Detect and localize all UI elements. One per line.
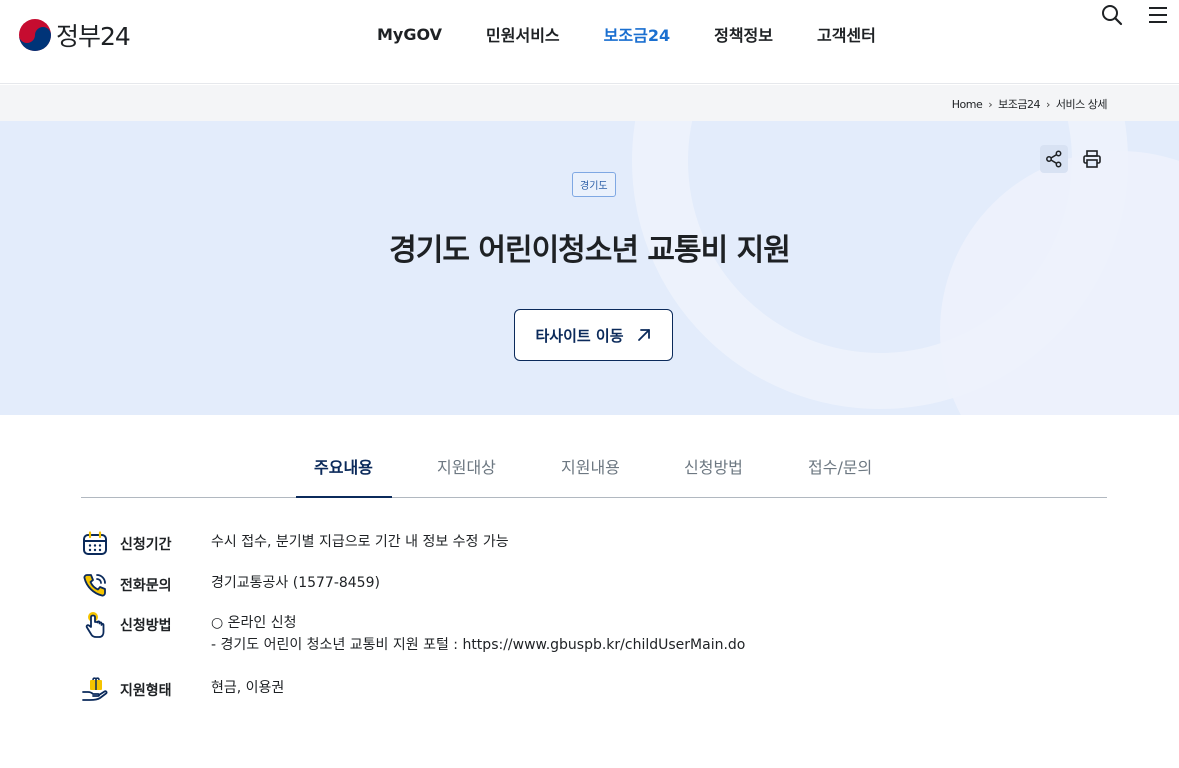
taegeuk-emblem-icon [19, 19, 51, 51]
info-row-support-type: 지원형태 현금, 이용권 [81, 676, 284, 704]
info-value: ○ 온라인 신청 - 경기도 어린이 청소년 교통비 지원 포털 : https… [211, 612, 745, 656]
info-row-application-period: 신청기간 수시 접수, 분기별 지급으로 기간 내 정보 수정 가능 [81, 530, 509, 558]
service-hero: 경기도 경기도 어린이청소년 교통비 지원 타사이트 이동 [0, 121, 1179, 415]
info-row-application-method: 신청방법 ○ 온라인 신청 - 경기도 어린이 청소년 교통비 지원 포털 : … [81, 611, 745, 653]
menu-icon [1149, 7, 1167, 23]
arrow-up-right-icon [637, 329, 650, 341]
print-icon [1083, 150, 1101, 168]
info-value-line: - 경기도 어린이 청소년 교통비 지원 포털 : https://www.gb… [211, 637, 746, 653]
tab-main-content[interactable]: 주요내용 [314, 454, 373, 478]
info-label: 신청방법 [120, 618, 172, 634]
info-label: 신청기간 [120, 537, 172, 553]
menu-button[interactable] [1143, 0, 1173, 30]
calendar-icon [81, 530, 109, 558]
tab-contact[interactable]: 접수/문의 [808, 454, 872, 478]
breadcrumb-subsidy24[interactable]: 보조금24 [998, 96, 1040, 112]
nav-item-civil-service[interactable]: 민원서비스 [486, 22, 560, 46]
tab-eligibility[interactable]: 지원대상 [437, 454, 496, 478]
site-header: 정부24 MyGOV 민원서비스 보조금24 정책정보 고객센터 [0, 0, 1179, 84]
print-button[interactable] [1078, 145, 1106, 173]
info-row-phone-inquiry: 전화문의 경기교통공사 (1577-8459) [81, 571, 380, 599]
hand-gift-icon [81, 676, 109, 704]
info-value: 수시 접수, 분기별 지급으로 기간 내 정보 수정 가능 [211, 534, 509, 550]
logo-text: 정부24 [56, 22, 131, 51]
page-title: 경기도 어린이청소년 교통비 지원 [389, 233, 791, 268]
nav-item-mygov[interactable]: MyGOV [377, 25, 442, 44]
chevron-right-icon: › [988, 97, 993, 111]
nav-item-policy-info[interactable]: 정책정보 [714, 22, 773, 46]
breadcrumb-current: 서비스 상세 [1055, 98, 1108, 111]
content-tabs: 주요내용 지원대상 지원내용 신청방법 접수/문의 [81, 440, 1107, 498]
tab-how-to-apply[interactable]: 신청방법 [684, 454, 743, 478]
share-icon [1046, 150, 1062, 168]
chevron-right-icon: › [1045, 97, 1050, 111]
pointer-hand-icon [81, 611, 109, 639]
breadcrumb-home[interactable]: Home [952, 98, 983, 111]
active-tab-indicator [296, 496, 392, 498]
info-value: 경기교통공사 (1577-8459) [211, 575, 380, 591]
external-site-button-label: 타사이트 이동 [535, 326, 624, 345]
nav-item-subsidy24[interactable]: 보조금24 [604, 22, 670, 46]
info-value-line: ○ 온라인 신청 [211, 615, 297, 631]
external-site-button[interactable]: 타사이트 이동 [514, 309, 673, 361]
info-label: 전화문의 [120, 578, 172, 594]
nav-item-customer-center[interactable]: 고객센터 [817, 22, 876, 46]
region-tag: 경기도 [572, 172, 616, 197]
search-button[interactable] [1097, 0, 1127, 30]
search-icon [1102, 5, 1123, 26]
main-nav: MyGOV 민원서비스 보조금24 정책정보 고객센터 [355, 0, 898, 68]
info-label: 지원형태 [120, 683, 172, 699]
tab-support-details[interactable]: 지원내용 [561, 454, 620, 478]
home-logo[interactable]: 정부24 [18, 17, 131, 53]
info-value: 현금, 이용권 [211, 680, 285, 696]
share-button[interactable] [1040, 145, 1068, 173]
breadcrumb-bar: Home › 보조금24 › 서비스 상세 [0, 85, 1179, 121]
phone-icon [81, 571, 109, 599]
breadcrumb: Home › 보조금24 › 서비스 상세 [952, 96, 1108, 112]
